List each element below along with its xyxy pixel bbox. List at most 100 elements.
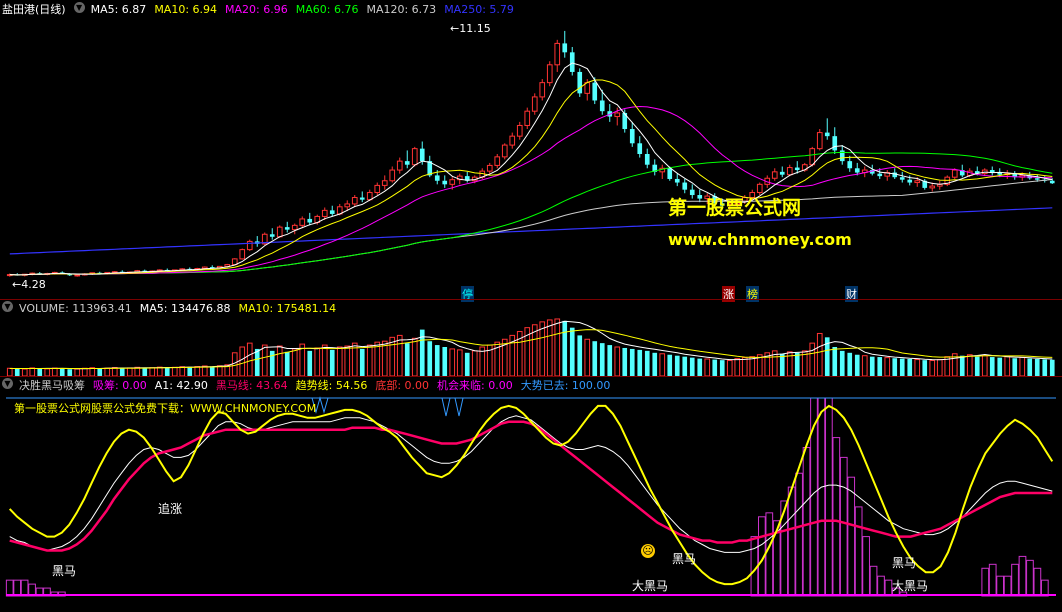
watermark-title: 第一股票公式网	[668, 197, 802, 219]
high-price-value: 11.15	[459, 22, 491, 35]
volume-bar	[959, 355, 965, 376]
panel-divider-indicator	[0, 376, 1062, 377]
volume-bar	[1049, 359, 1055, 376]
volume-bar	[269, 350, 275, 376]
volume-bar	[892, 358, 898, 376]
volume-legend-item: VOLUME: 113963.41	[19, 302, 132, 315]
indicator-legend-item: 机会来临: 0.00	[437, 379, 513, 392]
volume-bar	[809, 342, 816, 377]
candle-body	[411, 148, 418, 166]
candle-body	[449, 179, 456, 185]
candle-body	[381, 180, 388, 186]
accumulate-bar	[20, 579, 29, 597]
accumulate-bar	[988, 563, 997, 597]
ma-legend-item: MA250: 5.79	[444, 3, 514, 16]
volume-bar	[336, 346, 343, 377]
candle-body	[246, 240, 253, 251]
volume-bar	[442, 347, 448, 376]
volume-bar	[119, 368, 125, 376]
collapse-icon[interactable]: ▼	[2, 378, 13, 389]
volume-bar	[81, 367, 88, 377]
volume-bar	[1004, 356, 1011, 377]
candle-body	[374, 184, 381, 194]
volume-bar	[21, 368, 28, 377]
volume-bar	[546, 319, 553, 377]
candle-body	[577, 71, 583, 94]
candle-body	[442, 180, 448, 185]
candle-body	[899, 177, 905, 180]
volume-bar	[592, 341, 598, 376]
candle-body	[389, 169, 396, 182]
volume-bar	[14, 368, 20, 376]
accumulate-bar	[802, 447, 811, 597]
volume-bar	[816, 332, 823, 377]
accumulate-bar	[869, 565, 878, 597]
accumulate-bar	[1040, 579, 1049, 597]
candle-body	[914, 180, 921, 184]
volume-bar	[6, 367, 13, 377]
candle-body	[531, 96, 538, 112]
volume-bar	[97, 368, 103, 376]
volume-bar	[907, 358, 913, 376]
volume-bar	[51, 367, 58, 377]
collapse-icon[interactable]: ▼	[73, 2, 85, 13]
volume-bar	[1019, 356, 1026, 377]
volume-bar	[74, 368, 81, 377]
candle-body	[592, 82, 598, 101]
signal-label: 追涨	[158, 502, 183, 516]
collapse-icon[interactable]: ▼	[2, 301, 13, 312]
accumulate-bar	[1003, 575, 1012, 597]
price-header: 盐田港(日线) ▼ MA5: 6.87 MA10: 6.94 MA20: 6.96 M…	[0, 2, 522, 18]
candle-body	[786, 167, 793, 176]
volume-bar	[539, 321, 546, 377]
volume-bar	[779, 353, 785, 376]
volume-bar	[1012, 358, 1018, 376]
accumulate-bar	[1026, 559, 1034, 597]
volume-bar	[104, 367, 111, 377]
low-price-label: ←4.28	[12, 278, 46, 291]
candle-body	[321, 209, 328, 217]
volume-bar	[396, 334, 403, 377]
volume-bar	[411, 337, 418, 377]
ma20-line	[9, 105, 1053, 276]
candle-body	[239, 249, 246, 260]
volume-bar	[59, 368, 65, 376]
accumulate-bar	[981, 567, 990, 597]
candle-body	[1049, 180, 1055, 184]
volume-bar	[456, 349, 463, 377]
candle-body	[816, 132, 823, 150]
candle-body	[832, 136, 838, 151]
accumulate-bar	[854, 506, 863, 597]
candle-body	[771, 171, 778, 179]
candle-body	[824, 132, 830, 137]
candle-body	[929, 185, 936, 189]
volume-header: ▼ VOLUME: 113963.41 MA5: 134476.88 MA10: 1…	[0, 301, 344, 317]
accumulate-bar	[13, 579, 22, 597]
volume-bar	[704, 358, 711, 377]
volume-bar	[1042, 359, 1048, 376]
volume-bar	[719, 360, 725, 376]
candle-body	[74, 274, 81, 277]
candle-body	[284, 227, 290, 230]
volume-bar	[307, 350, 313, 376]
accumulate-bar	[1018, 555, 1027, 597]
volume-bar	[629, 348, 635, 376]
volume-bar	[682, 356, 688, 376]
volume-bar	[966, 354, 973, 377]
candle-body	[667, 168, 673, 179]
volume-bar	[67, 369, 73, 376]
volume-bar	[404, 343, 410, 376]
signal-label: 黑马	[672, 552, 697, 566]
volume-bar	[284, 351, 290, 376]
volume-bar	[427, 341, 433, 376]
candle-body	[907, 179, 913, 183]
volume-bar	[276, 345, 283, 377]
volume-bar	[171, 366, 178, 377]
volume-bar	[321, 344, 328, 377]
accumulate-bar	[787, 486, 796, 597]
ma-legend-item: MA60: 6.76	[295, 3, 359, 16]
volume-bar	[231, 352, 238, 377]
indicator-legend-item: 大势已去: 100.00	[520, 379, 611, 392]
volume-bar	[344, 345, 351, 377]
ma120-line	[9, 179, 1053, 276]
